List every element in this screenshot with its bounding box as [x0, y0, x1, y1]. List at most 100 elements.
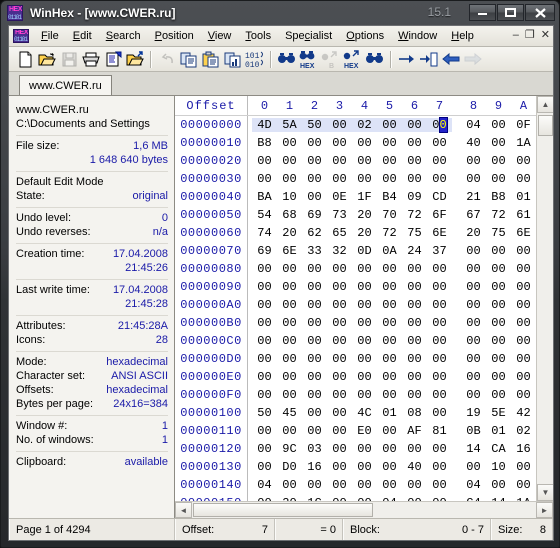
hex-byte-cell[interactable]: 00 — [427, 442, 452, 456]
hex-byte-cell[interactable]: 00 — [427, 406, 452, 420]
hex-byte-cell[interactable]: 00 — [461, 244, 486, 258]
hex-row-bytes[interactable]: 04 00 00 00 00 00 00 00 04 00 00 — [247, 476, 536, 494]
hex-byte-cell[interactable]: 02 — [511, 424, 536, 438]
hex-byte-cell[interactable]: 00 — [461, 262, 486, 276]
hex-row[interactable]: 00000060 74 20 62 65 20 72 75 6E 20 75 6E — [175, 224, 536, 242]
hex-byte-cell[interactable]: 00 — [461, 370, 486, 384]
hex-row[interactable]: 00000010 B8 00 00 00 00 00 00 00 40 00 1A — [175, 134, 536, 152]
save-file-icon[interactable] — [58, 49, 80, 70]
hex-row[interactable]: 00000070 69 6E 33 32 0D 0A 24 37 00 00 00 — [175, 242, 536, 260]
hex-byte-cell[interactable]: 00 — [327, 406, 352, 420]
hex-byte-cell[interactable]: 00 — [352, 316, 377, 330]
hex-byte-cell[interactable]: 45 — [277, 406, 302, 420]
hex-byte-cell[interactable]: 0F — [511, 118, 536, 132]
hex-byte-cell[interactable]: E0 — [352, 424, 377, 438]
hex-byte-cell[interactable]: 00 — [302, 298, 327, 312]
hex-byte-cell[interactable]: 00 — [377, 154, 402, 168]
hex-row-bytes[interactable]: 00 00 00 00 00 00 00 00 00 00 00 — [247, 278, 536, 296]
hex-byte-cell[interactable]: 00 — [302, 172, 327, 186]
hex-byte-cell[interactable]: 62 — [302, 226, 327, 240]
hex-byte-cell[interactable]: 00 — [486, 244, 511, 258]
hex-byte-cell[interactable]: 00 — [352, 172, 377, 186]
menu-item-window[interactable]: Window — [391, 28, 444, 44]
hex-row[interactable]: 00000000 4D 5A 50 00 02 00 00 00 04 00 0F — [175, 116, 536, 134]
hex-byte-cell[interactable]: 10 — [277, 190, 302, 204]
hex-byte-cell[interactable]: 74 — [252, 226, 277, 240]
hex-byte-cell[interactable]: 00 — [277, 388, 302, 402]
maximize-button[interactable] — [497, 4, 524, 21]
hex-byte-cell[interactable]: 00 — [402, 118, 427, 132]
mdi-restore-button[interactable]: ❐ — [525, 28, 535, 42]
hex-byte-cell[interactable]: B8 — [486, 190, 511, 204]
forward-icon[interactable] — [462, 49, 484, 70]
hex-byte-cell[interactable]: 00 — [327, 316, 352, 330]
hex-byte-cell[interactable]: 00 — [302, 316, 327, 330]
hex-row-bytes[interactable]: 00 00 00 00 00 00 00 00 00 00 00 — [247, 350, 536, 368]
hex-row-bytes[interactable]: 00 00 00 00 00 00 00 00 00 00 00 — [247, 296, 536, 314]
hex-byte-cell[interactable]: 00 — [511, 370, 536, 384]
hex-byte-cell[interactable]: 00 — [277, 280, 302, 294]
hex-byte-cell[interactable]: 00 — [327, 370, 352, 384]
hex-byte-cell[interactable]: 00 — [402, 280, 427, 294]
hex-row-bytes[interactable]: 00 D0 16 00 00 00 40 00 00 10 00 — [247, 458, 536, 476]
hex-byte-cell[interactable]: 00 — [427, 388, 452, 402]
hex-byte-cell[interactable]: 00 — [377, 136, 402, 150]
hex-byte-cell[interactable]: 00 — [252, 298, 277, 312]
hex-byte-cell[interactable]: 04 — [461, 118, 486, 132]
replace-text-icon[interactable]: B — [320, 49, 342, 70]
hex-byte-cell[interactable]: 00 — [277, 370, 302, 384]
menu-item-search[interactable]: Search — [99, 28, 148, 44]
hex-byte-cell[interactable]: 00 — [352, 352, 377, 366]
hex-byte-cell[interactable]: 00 — [352, 442, 377, 456]
hex-byte-cell[interactable]: 4C — [352, 406, 377, 420]
hex-byte-cell[interactable]: 00 — [402, 352, 427, 366]
hex-row[interactable]: 00000040 BA 10 00 0E 1F B4 09 CD 21 B8 01 — [175, 188, 536, 206]
replace-hex-icon[interactable]: HEX — [342, 49, 364, 70]
binary-data-icon[interactable]: 101 010 — [244, 49, 266, 70]
hex-byte-cell[interactable]: B4 — [377, 190, 402, 204]
menu-item-options[interactable]: Options — [339, 28, 391, 44]
hex-byte-cell[interactable]: 14 — [461, 442, 486, 456]
hex-byte-cell[interactable]: 00 — [427, 154, 452, 168]
hex-byte-cell[interactable]: 00 — [402, 478, 427, 492]
hex-byte-cell[interactable]: 00 — [377, 352, 402, 366]
hex-byte-cell[interactable]: 00 — [402, 262, 427, 276]
hex-byte-cell[interactable]: 20 — [277, 226, 302, 240]
hex-byte-cell[interactable]: 00 — [302, 136, 327, 150]
hex-byte-cell[interactable]: 00 — [427, 478, 452, 492]
hex-row-bytes[interactable]: BA 10 00 0E 1F B4 09 CD 21 B8 01 — [247, 188, 536, 206]
hex-row[interactable]: 000000A0 00 00 00 00 00 00 00 00 00 00 00 — [175, 296, 536, 314]
hex-byte-cell[interactable]: 00 — [402, 172, 427, 186]
hex-row-bytes[interactable]: 00 00 00 00 00 00 00 00 00 00 00 — [247, 332, 536, 350]
hex-byte-cell[interactable]: 00 — [461, 334, 486, 348]
hex-byte-cell[interactable]: 00 — [511, 478, 536, 492]
hex-byte-cell[interactable]: 5A — [277, 118, 302, 132]
hex-byte-cell[interactable]: 9C — [277, 442, 302, 456]
hex-byte-cell[interactable]: 00 — [377, 118, 402, 132]
hex-byte-cell[interactable]: 00 — [461, 352, 486, 366]
hex-byte-cell[interactable]: 00 — [277, 352, 302, 366]
hex-row-bytes[interactable]: 00201C0000040000C4141A — [247, 494, 536, 501]
scroll-down-arrow-icon[interactable]: ▼ — [537, 484, 553, 501]
hex-byte-cell[interactable]: 00 — [327, 154, 352, 168]
hex-row[interactable]: 00000120 00 9C 03 00 00 00 00 00 14 CA 16 — [175, 440, 536, 458]
hex-row[interactable]: 000000C0 00 00 00 00 00 00 00 00 00 00 00 — [175, 332, 536, 350]
hex-byte-cell[interactable]: 00 — [327, 352, 352, 366]
hex-byte-cell[interactable]: 00 — [427, 280, 452, 294]
mdi-minimize-button[interactable]: – — [513, 28, 519, 42]
hex-byte-cell[interactable]: 00 — [402, 388, 427, 402]
hex-byte-cell[interactable]: D0 — [277, 460, 302, 474]
hex-byte-cell[interactable]: 00 — [277, 316, 302, 330]
minimize-button[interactable] — [469, 4, 496, 21]
copy-icon[interactable] — [178, 49, 200, 70]
hex-byte-cell[interactable]: 6E — [427, 226, 452, 240]
hex-byte-cell[interactable]: 81 — [427, 424, 452, 438]
hex-byte-cell[interactable]: 73 — [327, 208, 352, 222]
find-hex-icon[interactable]: HEX — [298, 49, 320, 70]
hex-byte-cell[interactable]: 00 — [427, 117, 452, 133]
hex-byte-cell[interactable]: 00 — [352, 298, 377, 312]
hex-byte-cell[interactable]: 04 — [252, 478, 277, 492]
hex-row[interactable]: 00000030 00 00 00 00 00 00 00 00 00 00 00 — [175, 170, 536, 188]
hex-byte-cell[interactable]: 00 — [277, 172, 302, 186]
hex-byte-cell[interactable]: 32 — [327, 244, 352, 258]
